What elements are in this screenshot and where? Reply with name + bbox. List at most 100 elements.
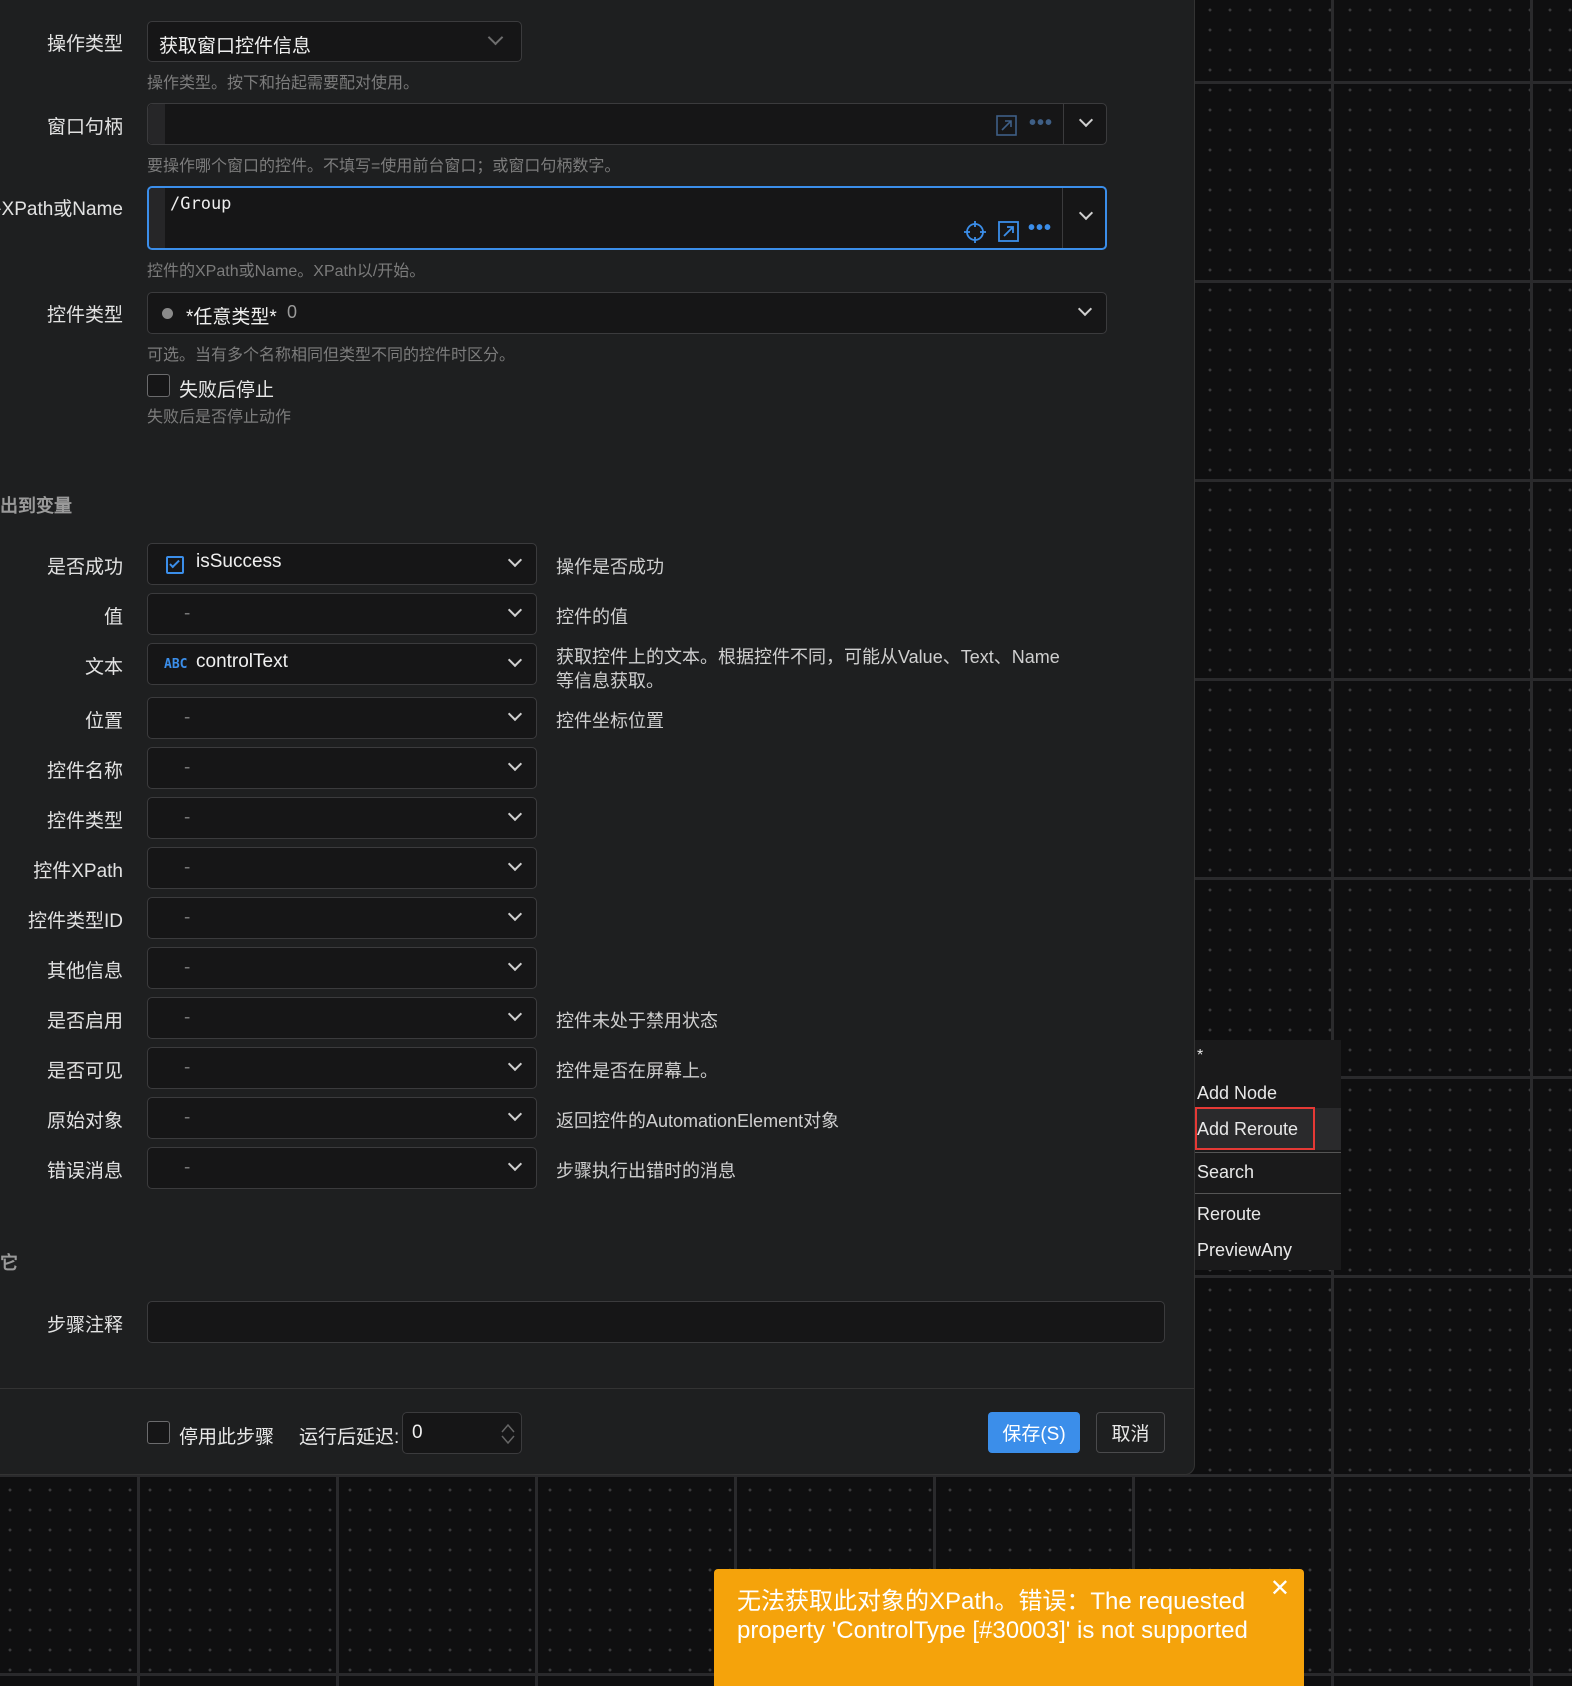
output-description: 返回控件的AutomationElement对象 — [556, 1111, 840, 1131]
output-label: 是否成功 — [46, 557, 123, 578]
xpath-value: /Group — [170, 194, 232, 214]
output-variable-select[interactable]: - — [147, 593, 537, 635]
output-label: 原始对象 — [46, 1111, 123, 1132]
control-type-select[interactable]: *任意类型* 0 — [147, 292, 1107, 334]
output-variable-select[interactable]: - — [147, 1147, 537, 1189]
output-label: 文本 — [84, 657, 123, 678]
chevron-down-icon — [507, 706, 523, 722]
window-handle-label: 窗口句柄 — [46, 117, 123, 138]
output-label: 控件名称 — [46, 761, 123, 782]
spinner-icon[interactable] — [500, 1421, 516, 1447]
xpath-input[interactable]: /Group ••• — [147, 186, 1107, 250]
output-variable-value: - — [184, 757, 191, 778]
input-gutter — [149, 188, 165, 248]
chevron-down-icon — [487, 29, 504, 46]
menu-item-reroute[interactable]: Reroute — [1197, 1204, 1261, 1225]
delay-input[interactable]: 0 — [402, 1412, 522, 1454]
output-label: 其他信息 — [46, 961, 123, 982]
open-external-icon[interactable] — [996, 115, 1017, 136]
output-description: 控件的值 — [556, 607, 628, 627]
menu-item-preview-any[interactable]: PreviewAny — [1197, 1240, 1292, 1261]
disable-step-label: 停用此步骤 — [179, 1427, 275, 1448]
output-variable-select[interactable]: - — [147, 747, 537, 789]
menu-separator — [1195, 1193, 1341, 1194]
output-label: 控件类型 — [46, 811, 123, 832]
output-variable-select[interactable]: - — [147, 697, 537, 739]
toast-message: 无法获取此对象的XPath。错误：The requested property … — [737, 1588, 1248, 1644]
chevron-down-icon — [507, 906, 523, 922]
output-description-cont: 等信息获取。 — [556, 671, 664, 691]
output-variable-value: - — [184, 1057, 191, 1078]
other-section-title: 它 — [0, 1253, 18, 1273]
xpath-label: 控件XPath或Name — [0, 199, 123, 220]
output-label: 位置 — [84, 711, 123, 732]
output-variable-value: - — [184, 807, 191, 828]
type-dot-icon — [162, 308, 173, 319]
output-variable-select[interactable]: - — [147, 1047, 537, 1089]
window-handle-hint: 要操作哪个窗口的控件。不填写=使用前台窗口；或窗口句柄数字。 — [147, 158, 621, 175]
op-type-hint: 操作类型。按下和抬起需要配对使用。 — [147, 75, 420, 92]
menu-item-add-node[interactable]: Add Node — [1197, 1083, 1277, 1104]
error-toast: 无法获取此对象的XPath。错误：The requested property … — [714, 1569, 1304, 1686]
step-config-dialog: 操作类型 获取窗口控件信息 操作类型。按下和抬起需要配对使用。 窗口句柄 •••… — [0, 0, 1195, 1475]
chevron-down-icon — [507, 1156, 523, 1172]
chevron-down-icon — [507, 552, 523, 568]
output-variable-value: - — [184, 1157, 191, 1178]
output-variable-select[interactable]: - — [147, 847, 537, 889]
divider — [1063, 104, 1064, 144]
chevron-down-icon[interactable] — [1078, 112, 1094, 128]
chevron-down-icon[interactable] — [1078, 205, 1094, 221]
op-type-select[interactable]: 获取窗口控件信息 — [147, 21, 522, 62]
more-options-icon[interactable]: ••• — [1029, 112, 1053, 135]
stop-on-fail-hint: 失败后是否停止动作 — [147, 409, 292, 426]
control-type-count: 0 — [287, 302, 298, 322]
output-variable-select[interactable]: - — [147, 897, 537, 939]
output-description: 步骤执行出错时的消息 — [556, 1161, 736, 1181]
control-type-hint: 可选。当有多个名称相同但类型不同的控件时区分。 — [147, 347, 516, 364]
divider — [1062, 188, 1063, 248]
output-label: 是否启用 — [46, 1011, 123, 1032]
output-variable-select[interactable]: isSuccess — [147, 543, 537, 585]
output-label: 错误消息 — [46, 1161, 123, 1182]
crosshair-picker-icon[interactable] — [963, 220, 987, 244]
stop-on-fail-label: 失败后停止 — [179, 380, 275, 401]
output-variable-value: controlText — [196, 651, 288, 672]
close-icon[interactable]: ✕ — [1270, 1574, 1290, 1603]
input-gutter — [148, 104, 165, 144]
menu-item-search[interactable]: Search — [1197, 1162, 1254, 1183]
cancel-button[interactable]: 取消 — [1096, 1412, 1165, 1453]
step-comment-input[interactable] — [147, 1301, 1165, 1343]
op-type-label: 操作类型 — [46, 34, 123, 55]
disable-step-checkbox[interactable] — [147, 1421, 170, 1444]
context-menu: * Add Node Add Reroute Search Reroute Pr… — [1195, 1040, 1341, 1270]
output-variable-select[interactable]: - — [147, 997, 537, 1039]
output-variable-value: - — [184, 907, 191, 928]
text-type-icon: ABC — [164, 657, 188, 672]
open-external-icon[interactable] — [998, 221, 1019, 242]
menu-item-add-reroute[interactable]: Add Reroute — [1197, 1119, 1298, 1140]
chevron-down-icon — [507, 806, 523, 822]
output-variable-select[interactable]: ABC controlText — [147, 643, 537, 685]
output-label: 值 — [103, 607, 123, 628]
control-type-label: 控件类型 — [46, 305, 123, 326]
output-label: 是否可见 — [46, 1061, 123, 1082]
output-variable-value: - — [184, 957, 191, 978]
stop-on-fail-checkbox[interactable] — [147, 374, 170, 397]
save-button[interactable]: 保存(S) — [988, 1412, 1080, 1453]
output-variable-select[interactable]: - — [147, 797, 537, 839]
chevron-down-icon — [507, 856, 523, 872]
more-options-icon[interactable]: ••• — [1028, 217, 1052, 240]
output-variable-select[interactable]: - — [147, 947, 537, 989]
output-variable-select[interactable]: - — [147, 1097, 537, 1139]
output-section-title: 出到变量 — [0, 496, 72, 516]
output-label: 控件类型ID — [27, 911, 123, 932]
window-handle-input[interactable]: ••• — [147, 103, 1107, 145]
output-label: 控件XPath — [33, 861, 123, 882]
menu-separator — [1195, 1152, 1341, 1153]
chevron-down-icon — [1077, 301, 1093, 317]
output-variable-value: - — [184, 1107, 191, 1128]
output-variable-value: - — [184, 603, 191, 624]
op-type-value: 获取窗口控件信息 — [159, 36, 312, 57]
context-menu-header: * — [1197, 1047, 1204, 1064]
chevron-down-icon — [507, 652, 523, 668]
